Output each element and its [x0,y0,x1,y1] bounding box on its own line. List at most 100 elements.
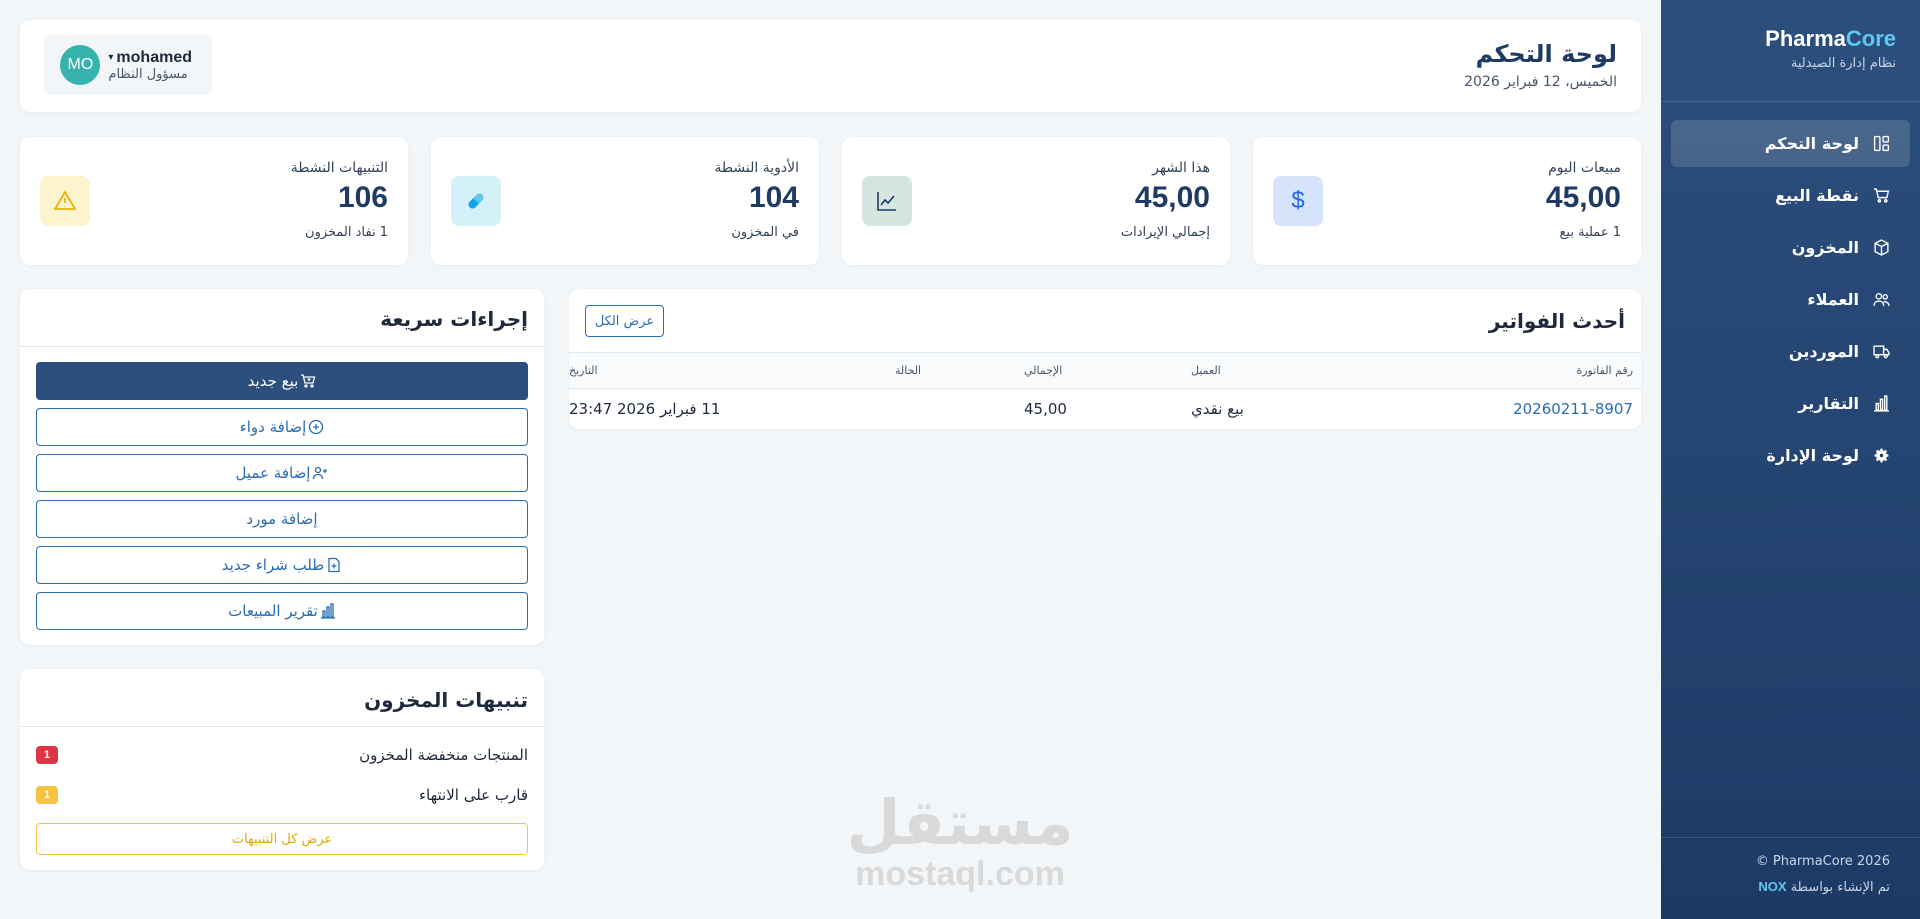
sidebar-footer: © PharmaCore 2026 تم الإنشاء بواسطة NOX [1661,837,1920,919]
add-medicine-button[interactable]: إضافة دواء [36,408,528,446]
sidebar-item-label: لوحة الإدارة [1766,446,1859,465]
chevron-down-icon: ▾ [108,52,114,63]
user-menu[interactable]: ▾ mohamed مسؤول النظام MO [44,35,212,95]
alert-count-badge: 1 [36,746,58,764]
stat-subtext: 1 نفاد المخزون [305,225,388,240]
sales-report-button[interactable]: تقرير المبيعات [36,592,528,630]
invoice-number-link[interactable]: 20260211-8907 [1357,389,1641,429]
add-customer-button[interactable]: إضافة عميل [36,454,528,492]
sidebar-item-label: لوحة التحكم [1764,134,1859,153]
sidebar-item-label: المخزون [1791,238,1859,257]
divider [20,726,544,727]
brand-name-part2: Core [1845,26,1896,51]
sidebar-item-inventory[interactable]: المخزون [1671,224,1910,271]
brand-logo[interactable]: PharmaCore [1685,26,1896,52]
column-header[interactable]: الحالة [895,352,1024,389]
user-info: ▾ mohamed مسؤول النظام [108,49,192,82]
avatar: MO [60,45,101,85]
user-plus-icon [313,466,328,480]
column-header[interactable]: العميل [1191,352,1357,389]
stat-value: 45,00 [1545,181,1621,214]
invoice-date: 11 فبراير 2026 23:47 [569,399,721,418]
button-label: تقرير المبيعات [228,602,318,620]
alert-count-badge: 1 [36,786,58,804]
table-row[interactable]: 20260211-8907 بيع نقدي 45,00 11 فبراير 2… [569,389,1641,429]
sidebar-item-label: التقارير [1798,394,1859,413]
brand-subtitle: نظام إدارة الصيدلية [1790,56,1896,71]
stat-card-active-medicines: الأدوية النشطة 104 في المخزون [431,137,819,265]
button-label: إضافة دواء [239,418,307,436]
new-purchase-order-button[interactable]: طلب شراء جديد [36,546,528,584]
sidebar-item-label: الموردين [1788,342,1859,361]
stat-label: مبيعات اليوم [1548,160,1621,176]
sidebar-item-reports[interactable]: التقارير [1671,380,1910,427]
invoice-total: 45,00 [1024,399,1067,418]
recent-invoices-panel: أحدث الفواتير عرض الكل رقم الفاتورة العم… [569,289,1641,429]
alert-label: قارب على الانتهاء [418,786,528,804]
stat-subtext: 1 عملية بيع [1559,225,1621,240]
sidebar-item-pos[interactable]: نقطة البيع [1671,172,1910,219]
stat-label: الأدوية النشطة [714,160,799,176]
stat-label: هذا الشهر [1152,160,1210,176]
file-plus-icon [328,557,340,573]
page-title: لوحة التحكم [1475,40,1617,68]
made-by-name: NOX [1758,879,1787,894]
view-all-invoices-button[interactable]: عرض الكل [585,305,664,337]
sidebar-item-label: نقطة البيع [1775,186,1859,205]
stat-subtext: إجمالي الإيرادات [1120,225,1210,240]
alert-label: المنتجات منخفضة المخزون [359,746,528,764]
plus-circle-icon [309,419,324,435]
watermark-latin: mostaql.com [855,855,1065,893]
stat-value: 45,00 [1134,181,1210,214]
sidebar-nav: لوحة التحكم نقطة البيع المخزون العملاء ا… [1661,102,1920,502]
stat-card-active-alerts: التنبيهات النشطة 106 1 نفاد المخزون [20,137,408,265]
stock-alerts-panel: تنبيهات المخزون المنتجات منخفضة المخزون … [20,669,544,870]
trend-icon [862,176,912,226]
panel-title: إجراءات سريعة [380,307,528,331]
sidebar-item-admin[interactable]: لوحة الإدارة [1671,432,1910,479]
gear-icon [1874,448,1889,463]
sidebar-item-dashboard[interactable]: لوحة التحكم [1671,120,1910,167]
users-icon [1873,292,1890,306]
column-header[interactable]: الإجمالي [1024,352,1191,389]
stat-card-month: هذا الشهر 45,00 إجمالي الإيرادات [842,137,1230,265]
made-by-prefix: تم الإنشاء بواسطة [1790,880,1890,895]
button-label: بيع جديد [247,372,299,390]
table-header-row: رقم الفاتورة العميل الإجمالي الحالة التا… [569,352,1641,389]
invoices-table: رقم الفاتورة العميل الإجمالي الحالة التا… [569,352,1641,429]
button-label: طلب شراء جديد [221,556,325,574]
copyright-icon: © [1755,854,1769,869]
invoice-status [895,389,1024,429]
alert-row-low-stock[interactable]: المنتجات منخفضة المخزون 1 [36,743,528,767]
user-name: mohamed [116,48,192,66]
button-label: إضافة مورد [246,510,318,528]
sidebar-item-suppliers[interactable]: الموردين [1671,328,1910,375]
pill-icon [451,176,501,226]
watermark-arabic: مستقل [846,786,1074,859]
cart-icon [1874,188,1890,203]
sidebar: PharmaCore نظام إدارة الصيدلية لوحة التح… [1661,0,1920,919]
view-all-alerts-button[interactable]: عرض كل التنبيهات [36,823,528,855]
quick-actions-panel: إجراءات سريعة بيع جديد إضافة دواء إضافة … [20,289,544,645]
button-label: إضافة عميل [235,464,311,482]
user-role: مسؤول النظام [108,66,188,82]
bar-chart-icon [320,603,335,619]
column-header[interactable]: رقم الفاتورة [1357,352,1641,389]
column-header[interactable]: التاريخ [569,352,895,389]
panel-title: تنبيهات المخزون [364,688,528,712]
page-header: لوحة التحكم الخميس، 12 فبراير 2026 ▾ moh… [20,20,1641,112]
box-icon [1874,239,1889,256]
dollar-icon: $ [1273,176,1323,226]
copyright-text: PharmaCore 2026 [1772,854,1890,869]
sidebar-item-customers[interactable]: العملاء [1671,276,1910,323]
brand: PharmaCore نظام إدارة الصيدلية [1661,0,1920,102]
watermark: مستقل mostaql.com [842,786,1078,893]
alert-row-expiring[interactable]: قارب على الانتهاء 1 [36,783,528,807]
stat-subtext: في المخزون [731,225,799,240]
new-sale-button[interactable]: بيع جديد [36,362,528,400]
panel-title: أحدث الفواتير [1488,309,1625,333]
bar-chart-icon [1874,395,1889,412]
cart-plus-icon [301,374,316,388]
sidebar-item-label: العملاء [1807,290,1859,309]
add-supplier-button[interactable]: إضافة مورد [36,500,528,538]
